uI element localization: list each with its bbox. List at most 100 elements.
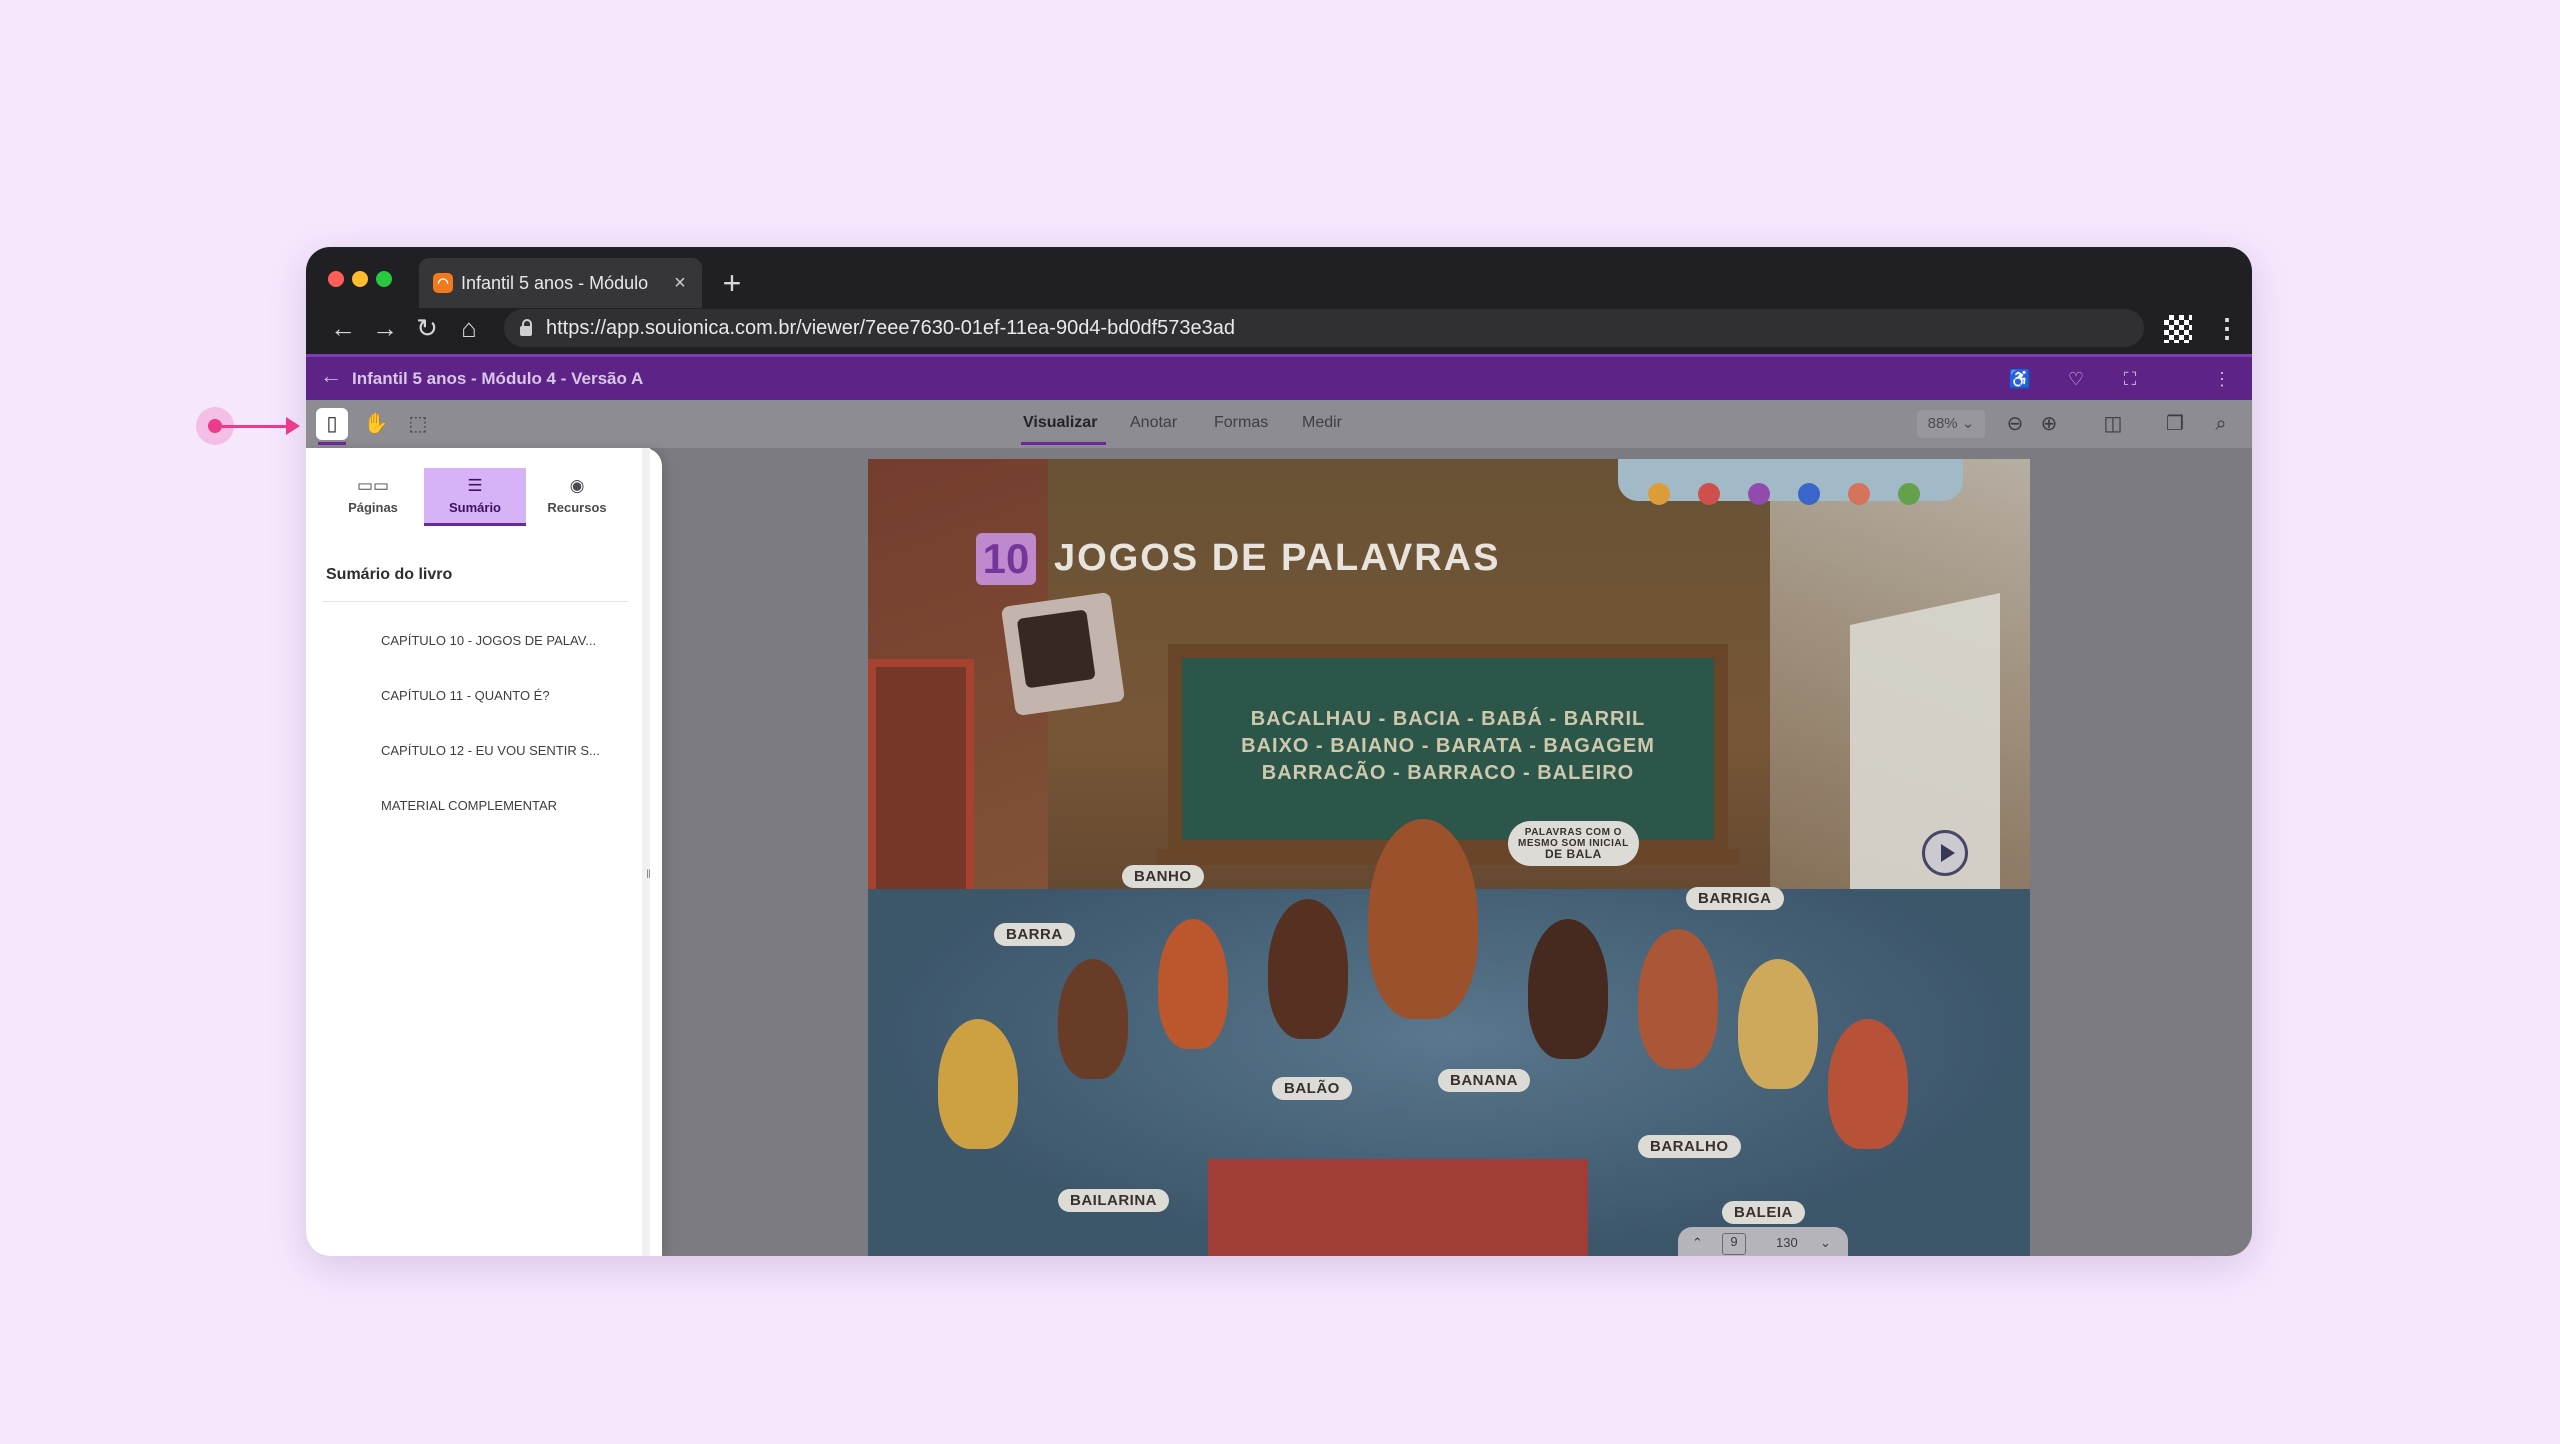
reload-button[interactable]: ↻ — [410, 311, 444, 345]
app-header: ← Infantil 5 anos - Módulo 4 - Versão A … — [306, 354, 2252, 400]
url-text: https://app.souionica.com.br/viewer/7eee… — [546, 316, 1236, 339]
page-title: JOGOS DE PALAVRAS — [1054, 537, 1501, 579]
child-illustration — [1828, 1019, 1908, 1149]
divider — [322, 601, 628, 602]
word-bubble: BAILARINA — [1058, 1189, 1169, 1212]
play-circle-icon: ◉ — [569, 476, 585, 495]
child-illustration — [1268, 899, 1348, 1039]
back-button[interactable]: ← — [326, 311, 360, 345]
app-back-icon[interactable]: ← — [316, 363, 346, 389]
rug-illustration — [1208, 1159, 1588, 1256]
word-bubble: BANHO — [1122, 865, 1204, 888]
annotation-arrow-head — [286, 417, 300, 435]
prev-page-icon[interactable]: ⌃ — [1692, 1235, 1703, 1251]
zoom-select[interactable]: 88% ⌄ — [1917, 410, 1985, 438]
next-page-icon[interactable]: ⌄ — [1820, 1235, 1831, 1251]
teacher-bubble-line: DE BALA — [1544, 847, 1602, 861]
shape-smile-icon — [1848, 483, 1870, 505]
word-bubble: BALÃO — [1272, 1077, 1352, 1100]
total-pages: 130 — [1776, 1235, 1798, 1250]
chapter-number: 10 — [976, 533, 1036, 585]
viewer-toolbar: ▯ ✋ ⬚ Visualizar Anotar Formas Medir 88%… — [306, 400, 2252, 448]
tab-recursos[interactable]: ◉ Recursos — [526, 468, 628, 526]
tab-formas[interactable]: Formas — [1214, 414, 1268, 432]
close-window-button[interactable] — [328, 271, 344, 287]
child-illustration — [938, 1019, 1018, 1149]
page-navigator: ⌃ 9 130 ⌄ — [1678, 1227, 1848, 1256]
forward-button[interactable]: → — [368, 311, 402, 345]
tab-visualizar[interactable]: Visualizar — [1023, 414, 1097, 432]
word-bubble: BANANA — [1438, 1069, 1530, 1092]
teacher-bubble-line: PALAVRAS COM O — [1524, 827, 1622, 838]
tab-label: Páginas — [348, 500, 398, 515]
chapter-link[interactable]: CAPÍTULO 12 - EU VOU SENTIR S... — [381, 743, 600, 758]
chapter-link[interactable]: CAPÍTULO 11 - QUANTO É? — [381, 688, 550, 703]
child-illustration — [1638, 929, 1718, 1069]
maximize-window-button[interactable] — [376, 271, 392, 287]
home-button[interactable]: ⌂ — [452, 311, 486, 345]
shape-shelf — [1618, 459, 1963, 505]
child-illustration — [1528, 919, 1608, 1059]
extension-icon[interactable] — [2164, 315, 2192, 343]
browser-tab[interactable]: ◠ Infantil 5 anos - Módulo × — [419, 258, 702, 308]
minimize-window-button[interactable] — [352, 271, 368, 287]
pages-icon: ▭▭ — [356, 476, 390, 495]
sidebar-scrollbar[interactable] — [642, 448, 650, 1256]
active-mode-indicator — [1021, 442, 1106, 445]
pan-hand-icon[interactable]: ✋ — [360, 408, 392, 440]
comments-icon[interactable]: ❐ — [2160, 409, 2190, 439]
child-illustration — [1058, 959, 1128, 1079]
selection-icon[interactable]: ⬚ — [402, 408, 434, 440]
tab-medir[interactable]: Medir — [1302, 414, 1342, 432]
search-icon[interactable]: ⌕ — [2206, 409, 2236, 439]
tab-label: Recursos — [547, 500, 607, 515]
tab-paginas[interactable]: ▭▭ Páginas — [322, 468, 424, 526]
teacher-illustration — [1368, 819, 1478, 1019]
shape-moon-icon — [1798, 483, 1820, 505]
address-bar[interactable]: https://app.souionica.com.br/viewer/7eee… — [504, 309, 2144, 347]
browser-menu-button[interactable]: ⋮ — [2214, 313, 2240, 343]
tab-close-icon[interactable]: × — [668, 272, 692, 295]
chapter-link[interactable]: CAPÍTULO 10 - JOGOS DE PALAV... — [381, 633, 596, 648]
app-menu-icon[interactable]: ⋮ — [2208, 365, 2236, 393]
zoom-value: 88% — [1927, 415, 1958, 432]
book-title: Infantil 5 anos - Módulo 4 - Versão A — [352, 369, 644, 388]
sidebar-toggle-icon[interactable]: ▯ — [316, 408, 348, 440]
fullscreen-icon[interactable]: ⛶ — [2116, 365, 2144, 393]
app-favicon-icon: ◠ — [433, 273, 453, 293]
shape-flower-icon — [1648, 483, 1670, 505]
word-bubble: BARRA — [994, 923, 1075, 946]
new-tab-button[interactable]: + — [712, 261, 752, 305]
page-layout-icon[interactable]: ◫ — [2098, 409, 2128, 439]
shape-target-icon — [1748, 483, 1770, 505]
word-bubble: BARALHO — [1638, 1135, 1741, 1158]
sidebar-toggle-indicator — [318, 442, 346, 445]
panel-resize-handle[interactable]: ‖ — [646, 867, 654, 883]
child-illustration — [1158, 919, 1228, 1049]
tab-title: Infantil 5 anos - Módulo — [461, 272, 649, 293]
list-icon: ☰ — [467, 476, 483, 495]
book-page[interactable]: 10 JOGOS DE PALAVRAS BACALHAU - BACIA - … — [868, 459, 2030, 1256]
shape-leaf-icon — [1898, 483, 1920, 505]
board-line: BACALHAU - BACIA - BABÁ - BARRIL — [1250, 708, 1646, 730]
zoom-in-icon[interactable]: ⊕ — [2034, 409, 2064, 439]
word-bubble: BARRIGA — [1686, 887, 1784, 910]
chapter-link[interactable]: MATERIAL COMPLEMENTAR — [381, 798, 557, 813]
word-bubble: BALEIA — [1722, 1201, 1805, 1224]
lock-icon — [520, 319, 532, 336]
accessibility-icon[interactable]: ♿ — [2006, 365, 2034, 393]
board-line: BARRACÃO - BARRACO - BALEIRO — [1261, 762, 1635, 784]
child-illustration — [1738, 959, 1818, 1089]
sidebar-panel: ▭▭ Páginas ☰ Sumário ◉ Recursos Sumário … — [306, 448, 662, 1256]
tv-illustration — [1000, 591, 1126, 717]
summary-title: Sumário do livro — [326, 566, 453, 583]
browser-chrome: ◠ Infantil 5 anos - Módulo × + ← → ↻ ⌂ h… — [306, 247, 2252, 354]
play-media-button[interactable] — [1922, 830, 1968, 876]
favorite-icon[interactable]: ♡ — [2062, 365, 2090, 393]
tab-sumario[interactable]: ☰ Sumário — [424, 468, 526, 526]
tab-anotar[interactable]: Anotar — [1130, 414, 1177, 432]
chalkboard: BACALHAU - BACIA - BABÁ - BARRIL BAIXO -… — [1168, 644, 1728, 854]
page-number-input[interactable]: 9 — [1722, 1233, 1746, 1255]
teacher-speech-bubble: PALAVRAS COM O MESMO SOM INICIAL DE BALA — [1508, 821, 1639, 866]
zoom-out-icon[interactable]: ⊖ — [2000, 409, 2030, 439]
